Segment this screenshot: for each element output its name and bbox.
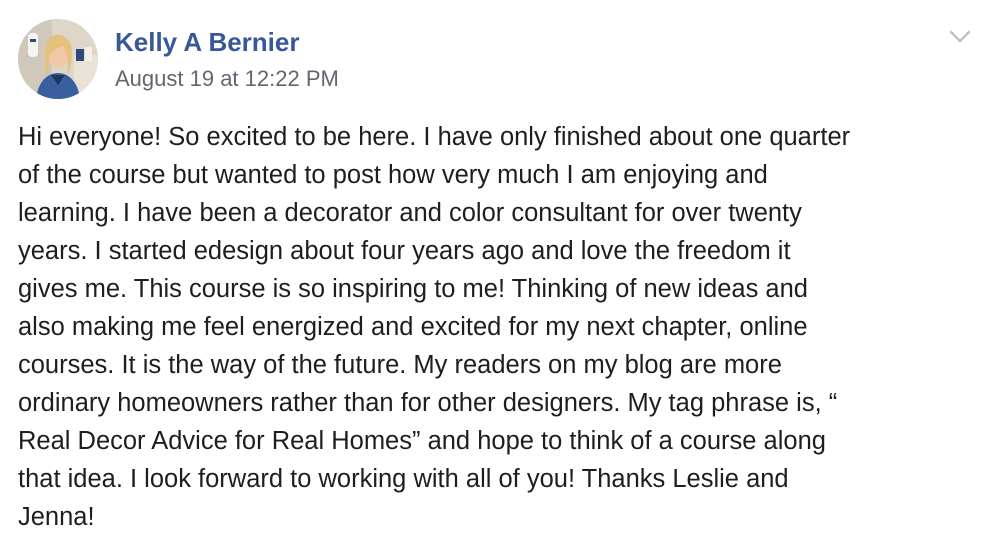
post-body-line: Hi everyone! So excited to be here. I ha… xyxy=(18,123,851,151)
post-options-button[interactable] xyxy=(945,24,975,48)
post-body-line: Jenna! xyxy=(18,503,95,531)
avatar-photo-icon xyxy=(18,19,98,99)
post-body-line: years. I started edesign about four year… xyxy=(18,237,791,265)
post-body-line: that idea. I look forward to working wit… xyxy=(18,465,789,493)
post-body-line: courses. It is the way of the future. My… xyxy=(18,351,782,379)
post-body-line: also making me feel energized and excite… xyxy=(18,313,808,341)
post-body-line: Real Decor Advice for Real Homes” and ho… xyxy=(18,427,826,455)
post-body-line: ordinary homeowners rather than for othe… xyxy=(18,389,838,417)
post-timestamp[interactable]: August 19 at 12:22 PM xyxy=(115,65,339,93)
author-avatar[interactable] xyxy=(18,19,98,99)
post-body-line: of the course but wanted to post how ver… xyxy=(18,161,768,189)
post-body: Hi everyone! So excited to be here. I ha… xyxy=(18,118,978,536)
post-body-line: gives me. This course is so inspiring to… xyxy=(18,275,808,303)
post-card: Kelly A Bernier August 19 at 12:22 PM Hi… xyxy=(0,0,996,542)
author-name[interactable]: Kelly A Bernier xyxy=(115,26,299,58)
chevron-down-icon xyxy=(949,30,971,43)
post-body-line: learning. I have been a decorator and co… xyxy=(18,199,802,227)
